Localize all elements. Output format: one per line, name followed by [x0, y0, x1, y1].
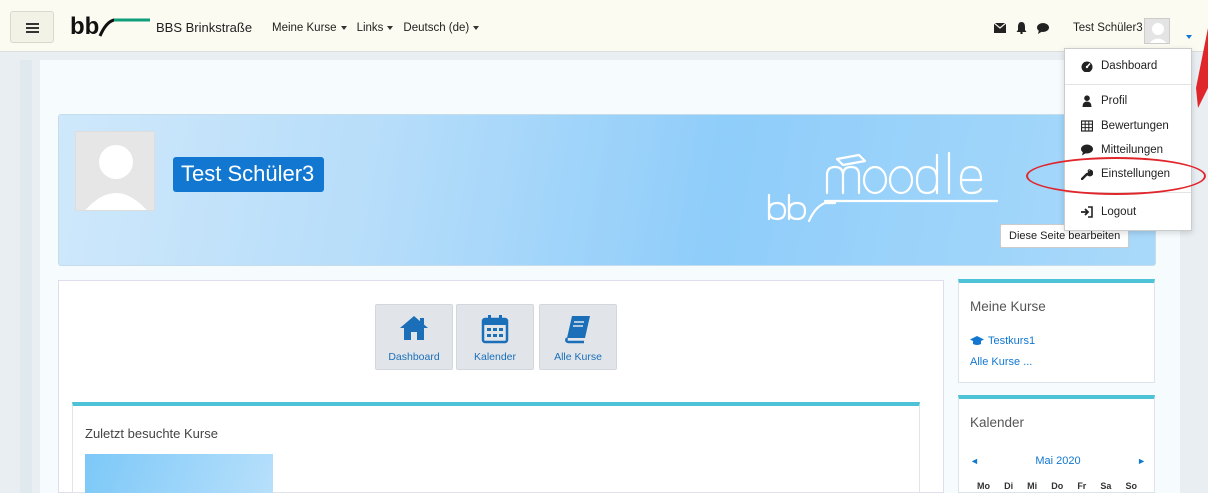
prev-month-arrow-icon[interactable]: ◄ — [970, 456, 979, 466]
dropdown-item-profil[interactable]: Profil — [1081, 95, 1127, 107]
bbs-moodle-logo — [767, 151, 999, 223]
quick-link-label: Dashboard — [388, 351, 440, 363]
menu-label: Deutsch (de) — [403, 22, 470, 34]
weekday: Do — [1051, 481, 1064, 491]
user-icon — [1082, 95, 1092, 107]
recent-course-card[interactable] — [85, 454, 273, 493]
menu-language[interactable]: Deutsch (de) — [403, 22, 480, 34]
my-courses-title: Meine Kurse — [970, 299, 1046, 314]
calendar-title: Kalender — [970, 415, 1025, 430]
profile-avatar — [75, 131, 155, 211]
recent-courses-block: Zuletzt besuchte Kurse — [72, 402, 920, 493]
menu-label: Links — [356, 22, 384, 34]
course-link-testkurs1[interactable]: Testkurs1 — [988, 335, 1035, 347]
top-navbar: bb BBS Brinkstraße Meine Kurse Links Deu… — [0, 0, 1208, 52]
calendar-weekdays: Mo Di Mi Do Fr Sa So — [977, 481, 1137, 491]
svg-text:bb: bb — [70, 13, 99, 40]
quick-link-alle-kurse[interactable]: Alle Kurse — [539, 304, 617, 370]
user-menu-name[interactable]: Test Schüler3 — [1073, 22, 1143, 34]
dropdown-item-label: Mitteilungen — [1101, 144, 1164, 156]
home-icon — [400, 316, 428, 340]
quick-link-dashboard[interactable]: Dashboard — [375, 304, 453, 370]
my-courses-block: Meine Kurse Testkurs1 Alle Kurse ... — [958, 279, 1155, 383]
nav-icons — [994, 22, 1049, 34]
dashboard-icon — [1081, 61, 1093, 72]
calendar-icon — [481, 315, 509, 344]
quick-link-label: Alle Kurse — [554, 351, 602, 363]
calendar-month[interactable]: Mai 2020 — [1035, 455, 1080, 467]
course-link-row: Testkurs1 — [970, 335, 1035, 347]
chat-icon[interactable] — [1037, 22, 1049, 34]
menu-meine-kurse[interactable]: Meine Kurse — [272, 22, 347, 34]
dropdown-item-dashboard[interactable]: Dashboard — [1081, 60, 1157, 72]
site-name-link[interactable]: BBS Brinkstraße — [156, 20, 252, 35]
dropdown-item-label: Logout — [1101, 206, 1137, 218]
chat-icon — [1081, 144, 1093, 156]
weekday: Fr — [1077, 481, 1087, 491]
annotation-arrow — [1196, 28, 1208, 108]
dropdown-item-label: Dashboard — [1101, 60, 1158, 72]
weekday: Mo — [977, 481, 990, 491]
quick-link-kalender[interactable]: Kalender — [456, 304, 534, 370]
calendar-block: Kalender ◄ Mai 2020 ► Mo Di Mi Do Fr Sa … — [958, 395, 1155, 493]
envelope-icon[interactable] — [994, 23, 1006, 33]
weekday: Sa — [1100, 481, 1112, 491]
dropdown-item-logout[interactable]: Logout — [1081, 206, 1136, 218]
all-courses-link[interactable]: Alle Kurse ... — [970, 356, 1032, 368]
weekday: So — [1125, 481, 1137, 491]
weekday: Mi — [1027, 481, 1038, 491]
recent-courses-title: Zuletzt besuchte Kurse — [85, 426, 218, 441]
page-left-strip — [20, 60, 32, 493]
annotation-highlight-ellipse — [1026, 157, 1206, 195]
caret-down-icon — [387, 26, 394, 30]
bell-icon[interactable] — [1016, 22, 1027, 34]
dropdown-item-label: Profil — [1101, 95, 1128, 107]
dropdown-divider — [1065, 84, 1191, 85]
calendar-nav: ◄ Mai 2020 ► — [970, 455, 1146, 467]
weekday: Di — [1004, 481, 1014, 491]
next-month-arrow-icon[interactable]: ► — [1137, 456, 1146, 466]
menu-links[interactable]: Links — [357, 22, 394, 34]
book-icon — [565, 316, 590, 344]
dropdown-item-bewertungen[interactable]: Bewertungen — [1081, 120, 1169, 132]
graduation-cap-icon — [970, 336, 984, 345]
logout-icon — [1081, 206, 1093, 218]
menu-label: Meine Kurse — [272, 22, 337, 34]
profile-name: Test Schüler3 — [173, 157, 325, 192]
table-icon — [1081, 120, 1093, 132]
quick-link-label: Kalender — [473, 351, 517, 363]
bbs-logo[interactable]: bb — [70, 12, 152, 42]
nav-menu: Meine Kurse Links Deutsch (de) — [272, 22, 480, 34]
dropdown-item-label: Bewertungen — [1101, 120, 1169, 132]
dropdown-item-mitteilungen[interactable]: Mitteilungen — [1081, 144, 1163, 156]
hamburger-menu-button[interactable] — [10, 11, 54, 43]
caret-down-icon — [340, 26, 347, 30]
profile-banner: Test Schüler3 — [58, 114, 1156, 266]
user-avatar[interactable] — [1144, 18, 1170, 44]
caret-down-icon — [473, 26, 480, 30]
user-dropdown-menu: Dashboard Profil Bewertungen Mitteilunge… — [1064, 48, 1192, 231]
